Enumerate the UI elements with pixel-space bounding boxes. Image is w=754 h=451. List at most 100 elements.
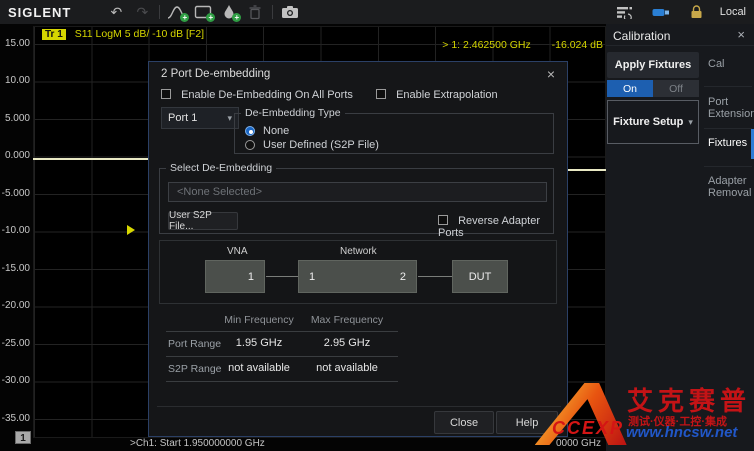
de-embedding-type-group: De-Embedding Type None User Defined (S2P… — [234, 113, 554, 154]
network-diagram-panel: VNA Network 1 1 2 DUT — [159, 240, 557, 304]
y-axis-label: -10.00 — [0, 224, 30, 237]
checkbox-box[interactable] — [438, 215, 448, 225]
y-axis-label: -25.00 — [0, 337, 30, 350]
y-axis-label: 10.00 — [0, 74, 30, 87]
network-box: 1 2 — [298, 260, 417, 293]
y-axis-label: 5.000 — [0, 112, 30, 125]
table-divider — [166, 331, 398, 332]
vna-box: 1 — [205, 260, 265, 293]
add-window-icon[interactable]: + — [190, 1, 216, 23]
top-toolbar: SIGLENT ↶ ↷ + + + — [0, 0, 754, 24]
vna-screen: SIGLENT ↶ ↷ + + + — [0, 0, 754, 451]
lock-icon[interactable] — [684, 1, 710, 23]
vna-port-number: 1 — [248, 271, 254, 283]
min-frequency-header: Min Frequency — [209, 314, 309, 326]
dialog-footer-divider — [157, 406, 561, 407]
s11-trace-segment — [33, 158, 148, 160]
de-embedding-file-field[interactable]: <None Selected> — [168, 182, 547, 202]
port-select-value: Port 1 — [168, 112, 197, 124]
tab-divider — [704, 166, 752, 167]
start-frequency-text: >Ch1: Start 1.950000000 GHz — [130, 438, 265, 449]
tab-divider — [704, 128, 752, 129]
trace-badge[interactable]: Tr 1 — [42, 29, 66, 40]
fixtures-off-toggle[interactable]: Off — [653, 80, 699, 97]
screen-config-icon[interactable] — [612, 1, 638, 23]
fixture-setup-label: Fixture Setup — [613, 116, 683, 128]
tab-fixtures[interactable]: Fixtures — [708, 137, 752, 149]
reference-level-marker — [127, 225, 135, 235]
y-axis-label: 15.00 — [0, 37, 30, 50]
group-label: Select De-Embedding — [166, 162, 276, 174]
user-s2p-file-button[interactable]: User S2P File... — [168, 212, 238, 230]
port-range-max: 2.95 GHz — [297, 337, 397, 349]
siglent-logo: SIGLENT — [8, 5, 71, 20]
local-button[interactable]: Local — [720, 6, 746, 18]
tab-adapter-removal[interactable]: Adapter Removal — [708, 175, 752, 199]
port-range-min: 1.95 GHz — [209, 337, 309, 349]
radio-label: User Defined (S2P File) — [263, 139, 379, 151]
y-axis-label: -20.00 — [0, 299, 30, 312]
network-port-1: 1 — [309, 271, 315, 283]
add-trace-icon[interactable]: + — [164, 1, 190, 23]
checkbox-label: Enable De-Embedding On All Ports — [181, 89, 353, 101]
marker-frequency: > 1: 2.462500 GHz — [442, 39, 530, 51]
add-marker-icon[interactable]: + — [216, 1, 242, 23]
checkbox-box[interactable] — [376, 89, 386, 99]
apply-fixtures-button[interactable]: Apply Fixtures — [607, 52, 699, 78]
select-de-embedding-group: Select De-Embedding <None Selected> User… — [159, 168, 554, 234]
s11-trace-segment — [568, 169, 606, 171]
fixture-setup-dropdown[interactable]: Fixture Setup ▾ — [607, 100, 699, 144]
panel-title: Calibration — [613, 29, 670, 43]
de-embedding-dialog: 2 Port De-embedding × Enable De-Embeddin… — [148, 61, 568, 437]
table-divider — [166, 381, 398, 382]
marker-readout: > 1: 2.462500 GHz -16.024 dB — [290, 39, 603, 51]
marker-value: -16.024 dB — [552, 39, 603, 51]
radio-button-selected[interactable] — [245, 126, 255, 136]
enable-all-ports-checkbox[interactable]: Enable De-Embedding On All Ports — [161, 89, 353, 101]
y-axis-label: 0.000 — [0, 149, 30, 162]
network-port-2: 2 — [400, 271, 406, 283]
s2p-range-max: not available — [297, 362, 397, 374]
calibration-panel-header: Calibration × — [606, 24, 754, 46]
reverse-adapter-ports-checkbox[interactable]: Reverse Adapter Ports — [438, 215, 553, 239]
y-axis-label: -15.00 — [0, 262, 30, 275]
tab-cal[interactable]: Cal — [708, 58, 752, 70]
tab-divider — [704, 86, 752, 87]
close-button[interactable]: Close — [434, 411, 494, 434]
screenshot-camera-icon[interactable] — [277, 1, 303, 23]
stop-frequency-text: 0000 GHz — [556, 438, 601, 449]
vna-label: VNA — [227, 246, 248, 257]
calibration-panel: Calibration × Apply Fixtures On Off Fixt… — [606, 24, 754, 451]
y-axis-label: -30.00 — [0, 374, 30, 387]
trace-settings-text: S11 LogM 5 dB/ -10 dB [F2] — [75, 28, 204, 40]
radio-none[interactable]: None — [245, 125, 289, 137]
tab-port-extension[interactable]: Port Extension — [708, 96, 752, 120]
connector-line — [418, 276, 452, 277]
trace-info-bar[interactable]: Tr 1 S11 LogM 5 dB/ -10 dB [F2] — [42, 28, 204, 40]
usb-icon[interactable] — [648, 1, 674, 23]
max-frequency-header: Max Frequency — [297, 314, 397, 326]
dialog-close-icon[interactable]: × — [547, 66, 555, 82]
fixtures-on-toggle[interactable]: On — [607, 80, 653, 97]
y-axis-label: -35.00 — [0, 412, 30, 425]
toolbar-divider — [272, 5, 273, 19]
radio-button[interactable] — [245, 140, 255, 150]
chevron-down-icon: ▾ — [227, 113, 232, 124]
help-button[interactable]: Help — [496, 411, 558, 434]
toolbar-divider — [159, 5, 160, 19]
table-divider — [166, 356, 398, 357]
enable-extrapolation-checkbox[interactable]: Enable Extrapolation — [376, 89, 498, 101]
y-axis-label: -5.000 — [0, 187, 30, 200]
undo-icon[interactable]: ↶ — [103, 1, 129, 23]
panel-close-icon[interactable]: × — [737, 27, 745, 42]
connector-line — [266, 276, 298, 277]
channel-badge[interactable]: 1 — [15, 431, 31, 444]
checkbox-box[interactable] — [161, 89, 171, 99]
checkbox-label: Enable Extrapolation — [396, 89, 498, 101]
radio-user-defined[interactable]: User Defined (S2P File) — [245, 139, 379, 151]
dut-label: DUT — [469, 271, 492, 283]
delete-icon — [242, 1, 268, 23]
redo-icon: ↷ — [129, 1, 155, 23]
group-label: De-Embedding Type — [241, 107, 345, 119]
port-select-dropdown[interactable]: Port 1 ▾ — [161, 107, 239, 129]
